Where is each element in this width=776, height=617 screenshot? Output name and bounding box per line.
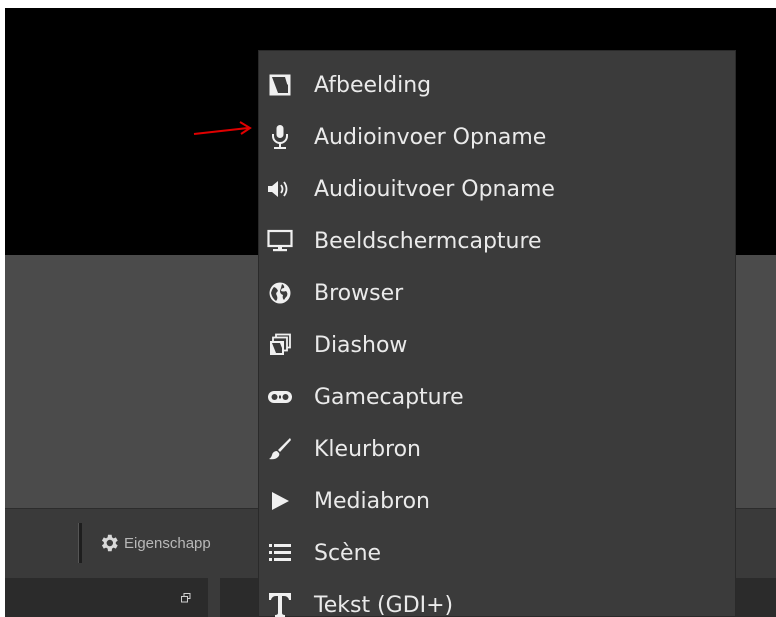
menu-item-audiouitvoer-opname[interactable]: Audiouitvoer Opname <box>259 163 735 215</box>
menu-item-label: Gamecapture <box>314 384 464 410</box>
speaker-icon <box>267 176 293 202</box>
scenes-panel <box>5 578 208 617</box>
menu-item-label: Scène <box>314 540 382 566</box>
globe-icon <box>267 280 293 306</box>
menu-item-label: Browser <box>314 280 404 306</box>
menu-item-label: Beeldschermcapture <box>314 228 542 254</box>
gamepad-icon <box>267 384 293 410</box>
monitor-icon <box>267 228 293 254</box>
play-icon <box>267 488 293 514</box>
menu-item-label: Afbeelding <box>314 72 432 98</box>
menu-item-label: Audioinvoer Opname <box>314 124 547 150</box>
menu-item-gamecapture[interactable]: Gamecapture <box>259 371 735 423</box>
toolbar-separator <box>78 523 82 563</box>
menu-item-label: Mediabron <box>314 488 431 514</box>
obs-window: Eigenschapp Afbeelding Audioinvoer Opnam… <box>0 0 776 617</box>
panel-divider <box>208 578 220 617</box>
menu-item-kleurbron[interactable]: Kleurbron <box>259 423 735 475</box>
brush-icon <box>267 436 293 462</box>
add-source-menu: Afbeelding Audioinvoer Opname Audiouitvo… <box>258 50 736 617</box>
undock-icon[interactable] <box>181 588 191 603</box>
menu-item-mediabron[interactable]: Mediabron <box>259 475 735 527</box>
menu-item-browser[interactable]: Browser <box>259 267 735 319</box>
menu-item-tekst-gdi[interactable]: Tekst (GDI+) <box>259 579 735 617</box>
menu-item-scene[interactable]: Scène <box>259 527 735 579</box>
text-icon <box>267 592 293 617</box>
slideshow-icon <box>267 332 293 358</box>
image-icon <box>267 72 293 98</box>
menu-item-audioinvoer-opname[interactable]: Audioinvoer Opname <box>259 111 735 163</box>
annotation-arrow-icon <box>193 121 252 135</box>
menu-item-label: Diashow <box>314 332 408 358</box>
menu-item-diashow[interactable]: Diashow <box>259 319 735 371</box>
list-icon <box>267 540 293 566</box>
menu-item-label: Audiouitvoer Opname <box>314 176 555 202</box>
microphone-icon <box>267 124 293 150</box>
properties-button[interactable]: Eigenschapp <box>98 528 211 558</box>
menu-item-beeldschermcapture[interactable]: Beeldschermcapture <box>259 215 735 267</box>
gear-icon <box>98 532 120 554</box>
properties-label: Eigenschapp <box>124 534 211 552</box>
menu-item-label: Tekst (GDI+) <box>314 592 454 617</box>
menu-item-label: Kleurbron <box>314 436 421 462</box>
menu-item-afbeelding[interactable]: Afbeelding <box>259 59 735 111</box>
